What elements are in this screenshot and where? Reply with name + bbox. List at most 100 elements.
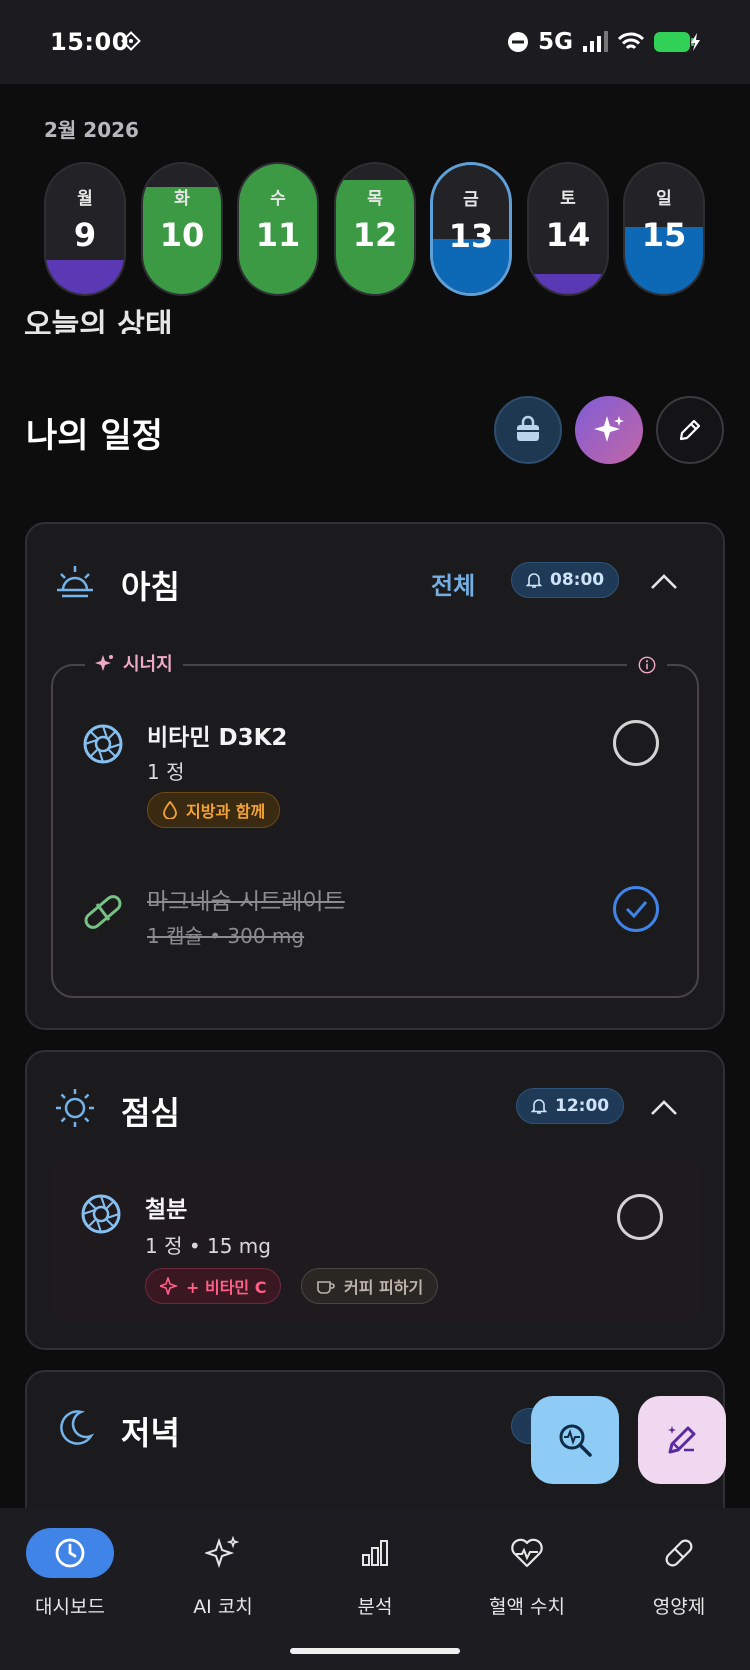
battery-charging-icon (654, 32, 700, 52)
clock-icon (55, 1538, 85, 1568)
sparkle-icon (95, 655, 113, 671)
day-number: 15 (641, 216, 687, 254)
nav-analysis[interactable]: 분석 (300, 1528, 450, 1619)
chip-label: 지방과 함께 (186, 802, 266, 821)
item-name: 비타민 D3K2 (147, 725, 288, 751)
nav-supplements[interactable]: 영양제 (604, 1528, 750, 1619)
ai-suggest-button[interactable] (575, 396, 643, 464)
day-number: 11 (255, 216, 301, 254)
chip-label: + 비타민 C (186, 1278, 267, 1297)
do-not-disturb-icon (508, 32, 529, 52)
day-pill-9[interactable]: 월9 (44, 162, 126, 296)
item-check[interactable] (613, 720, 659, 766)
item-detail: 1 정 (147, 760, 185, 784)
pill-icon (84, 895, 122, 929)
lunch-card: 점심 12:00 철분 1 정 • 15 mg + 비타민 C 커피 피하기 (25, 1050, 725, 1350)
day-name: 토 (560, 189, 576, 209)
log-fab[interactable] (638, 1396, 726, 1484)
grid-status-icon (121, 31, 141, 51)
day-name: 일 (656, 189, 672, 209)
shop-button[interactable] (494, 396, 562, 464)
lunch-title: 점심 (121, 1094, 180, 1132)
item-name: 마그네슘 시트레이트 (147, 889, 345, 915)
with-vitamin-c-chip: + 비타민 C (145, 1268, 282, 1304)
info-icon[interactable] (627, 650, 667, 680)
nav-label: 대시보드 (35, 1596, 105, 1618)
synergy-group: 시너지 비타민 D3K2 1 정 지방과 함께 마그네슘 시트레이트 1 캡슐 … (51, 650, 699, 998)
network-label: 5G (538, 29, 573, 55)
chevron-up-icon[interactable] (649, 572, 679, 592)
day-name: 수 (270, 189, 286, 209)
shopping-bag-icon (517, 415, 539, 441)
morning-time-badge[interactable]: 08:00 (511, 562, 620, 598)
pill-icon (665, 1539, 693, 1567)
capsule-softgel-icon (81, 1194, 121, 1234)
status-right: 5G (507, 28, 700, 56)
coffee-cup-icon (317, 1281, 335, 1294)
nav-label: 혈액 수치 (489, 1596, 565, 1618)
chevron-up-icon[interactable] (649, 1098, 679, 1118)
sparkles-icon (594, 416, 624, 442)
item-detail: 1 정 • 15 mg (145, 1234, 271, 1258)
droplet-icon (163, 801, 177, 819)
home-indicator (290, 1648, 460, 1654)
bottom-navigation: 대시보드 AI 코치 분석 혈액 수치 영양제 (0, 1508, 750, 1670)
week-calendar: 2월 2026 월 9 화 10 수 11 목 12 금 13 토 14 일 15 (0, 84, 750, 296)
sparkles-icon (205, 1535, 240, 1569)
bell-icon (531, 1099, 547, 1114)
search-pulse-icon (559, 1424, 592, 1457)
item-name: 철분 (145, 1197, 188, 1223)
day-pill-11[interactable]: 수 11 (237, 162, 319, 296)
item-check[interactable] (617, 1194, 663, 1240)
day-progress-fill (46, 260, 124, 294)
checkmark-icon (625, 901, 648, 919)
nav-ai-coach[interactable]: AI 코치 (148, 1528, 298, 1619)
capsule-softgel-icon (83, 724, 123, 764)
wifi-icon (617, 32, 645, 50)
analyze-fab[interactable] (531, 1396, 619, 1484)
sun-icon (56, 1089, 94, 1127)
nav-blood-values[interactable]: 혈액 수치 (452, 1528, 602, 1619)
day-name: 월 (77, 189, 93, 209)
day-pill-12[interactable]: 목 12 (334, 162, 416, 296)
day-name: 목 (367, 189, 383, 209)
synergy-label: 시너지 (123, 654, 173, 675)
item-check-done[interactable] (613, 886, 659, 932)
signal-icon (583, 31, 608, 52)
item-detail: 1 캡슐 • 300 mg (147, 924, 305, 948)
month-label: 2월 2026 (44, 118, 139, 142)
nav-label: AI 코치 (193, 1596, 253, 1618)
with-fat-chip: 지방과 함께 (147, 792, 281, 828)
avoid-coffee-chip: 커피 피하기 (301, 1268, 439, 1304)
morning-time: 08:00 (550, 570, 605, 590)
morning-all-link[interactable]: 전체 (431, 566, 475, 601)
day-pill-14[interactable]: 토 14 (527, 162, 609, 296)
status-time: 15:00 (50, 28, 129, 56)
moon-icon (60, 1410, 95, 1445)
nav-dashboard[interactable]: 대시보드 (0, 1528, 145, 1619)
status-bar: 15:00 5G (0, 0, 750, 84)
section-title-peek: 오늘의 상태 (24, 308, 173, 334)
lunch-time-badge[interactable]: 12:00 (516, 1088, 625, 1124)
day-number: 12 (352, 216, 398, 254)
day-number: 13 (448, 217, 494, 255)
day-pill-13[interactable]: 금 13 (430, 162, 512, 296)
day-pill-15[interactable]: 일 15 (623, 162, 705, 296)
nav-label: 분석 (357, 1596, 393, 1618)
pencil-sparkle-icon (668, 1426, 696, 1454)
pencil-icon (679, 419, 701, 441)
day-pill-10[interactable]: 화 10 (141, 162, 223, 296)
day-number: 10 (159, 216, 205, 254)
synergy-tag: 시너지 (85, 650, 183, 676)
day-number: 14 (545, 216, 591, 254)
schedule-title: 나의 일정 (26, 416, 163, 456)
lunch-time: 12:00 (555, 1096, 610, 1116)
day-progress-fill (529, 274, 607, 294)
morning-card: 아침 전체 08:00 시너지 비타민 D3K2 1 정 지방과 함께 마그네슘… (25, 522, 725, 1030)
day-name: 금 (463, 190, 479, 210)
bar-chart-icon (362, 1540, 388, 1566)
dinner-title: 저녁 (121, 1414, 180, 1452)
morning-title: 아침 (121, 568, 180, 606)
edit-schedule-button[interactable] (656, 396, 724, 464)
day-number: 9 (73, 216, 97, 254)
